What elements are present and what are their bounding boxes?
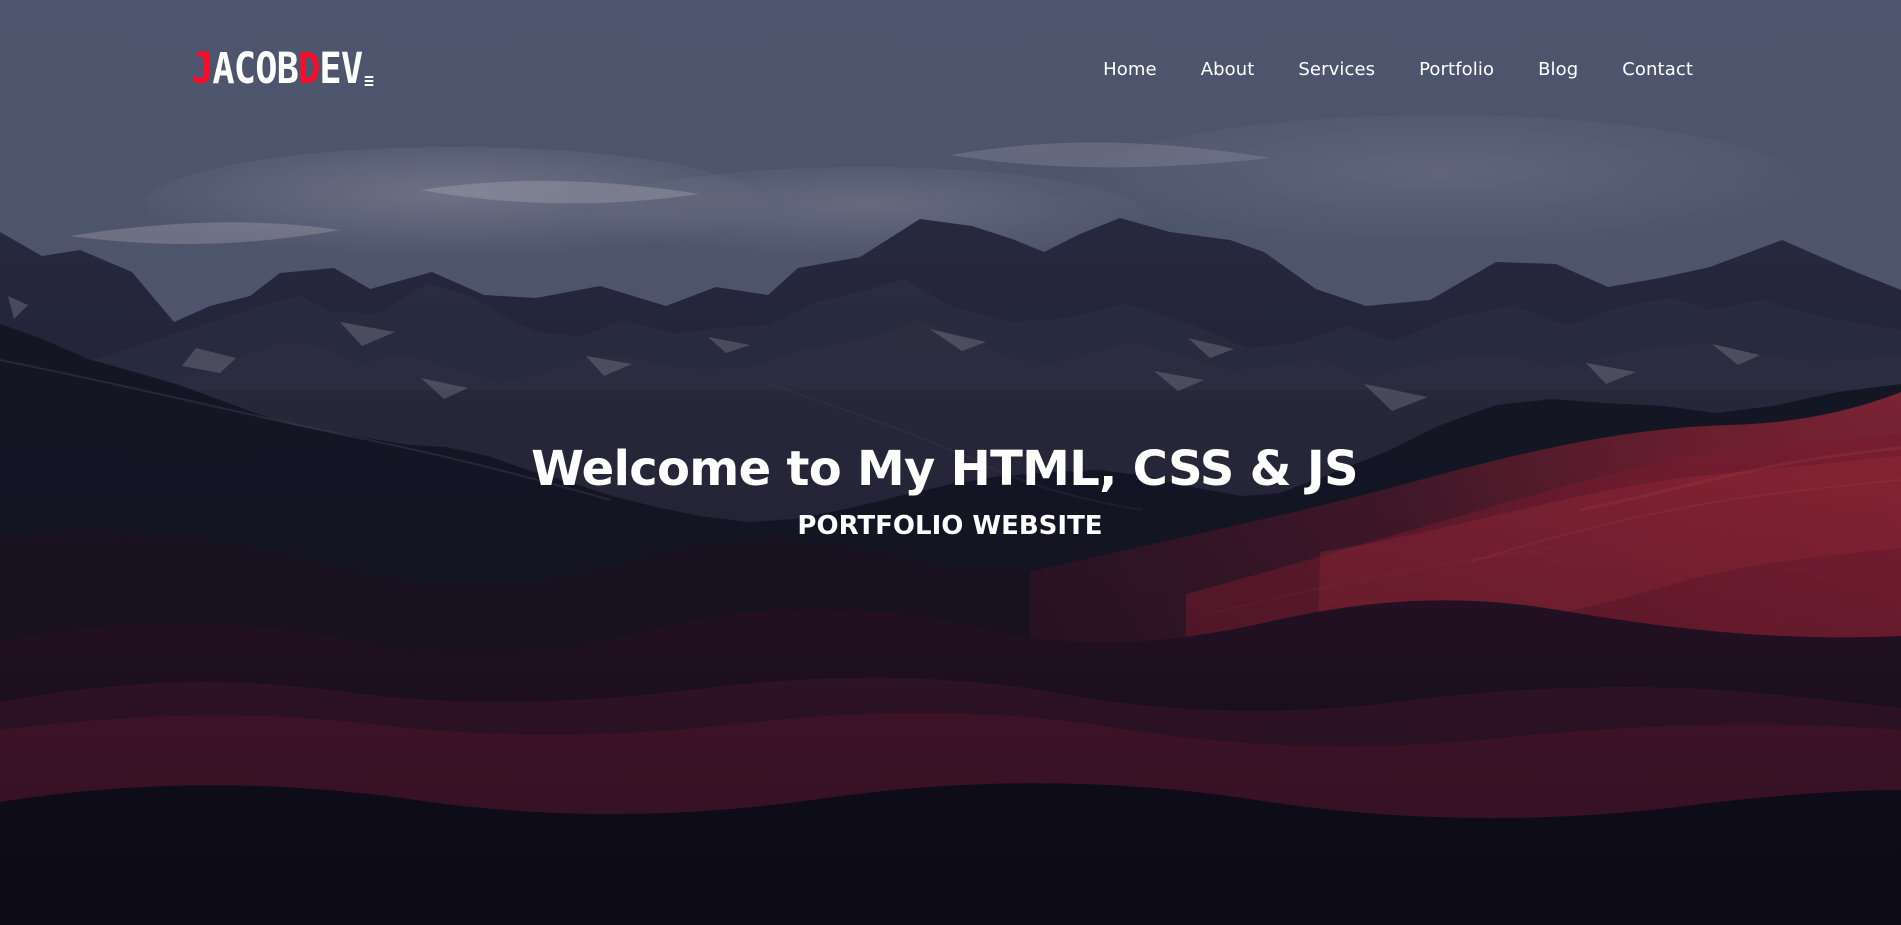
nav-link-about[interactable]: About [1201,56,1255,84]
logo-menu-icon [364,76,374,86]
nav-item-contact: Contact [1578,56,1693,84]
nav-link-blog[interactable]: Blog [1538,56,1578,84]
nav-link-portfolio[interactable]: Portfolio [1419,56,1494,84]
nav-item-portfolio: Portfolio [1375,56,1494,84]
top-navbar: J ACOB D EV Home About Services Portfolio B… [0,0,1901,140]
logo-letters-acob: ACOB [212,44,299,94]
hero-title: Welcome to My HTML, CSS & JS [531,441,1358,497]
hero-content: Welcome to My HTML, CSS & JS PORTFOLIO W… [0,437,1901,544]
hero-section: J ACOB D EV Home About Services Portfolio B… [0,0,1901,925]
nav-menu: Home About Services Portfolio Blog Conta… [1059,56,1693,84]
nav-item-home: Home [1059,56,1157,84]
nav-item-about: About [1157,56,1255,84]
nav-link-contact[interactable]: Contact [1622,56,1693,84]
nav-item-blog: Blog [1494,56,1578,84]
logo-letter-d: D [298,44,320,94]
hero-subtitle: PORTFOLIO WEBSITE [797,511,1103,541]
site-logo[interactable]: J ACOB D EV [191,44,374,94]
logo-letter-j: J [191,44,213,94]
logo-letters-ev: EV [319,44,363,94]
nav-link-home[interactable]: Home [1103,56,1157,84]
nav-item-services: Services [1254,56,1375,84]
nav-link-services[interactable]: Services [1298,56,1375,84]
